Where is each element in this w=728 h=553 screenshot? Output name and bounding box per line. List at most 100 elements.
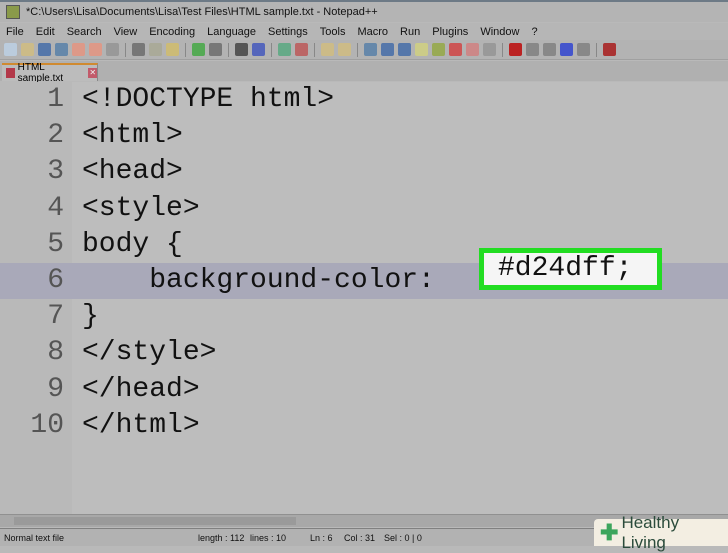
toolbar-separator [125,42,126,57]
code-text: </head> [82,373,200,405]
menu-macro[interactable]: Macro [351,26,394,38]
save-state-icon [6,68,15,78]
watermark-logo: ✚ Healthy Living [594,513,728,552]
toolbar-button-icon[interactable] [398,43,411,56]
toolbar-button-icon[interactable] [89,43,102,56]
line-number: 8 [47,337,64,369]
menu-search[interactable]: Search [61,26,108,38]
notepad-icon [6,5,20,19]
code-line[interactable]: 8 </style> [0,335,728,371]
window-title: *C:\Users\Lisa\Documents\Lisa\Test Files… [26,6,378,18]
toolbar-separator [228,42,229,57]
menu-language[interactable]: Language [201,26,262,38]
toolbar-button-icon[interactable] [295,43,308,56]
selection: Sel : 0 | 0 [384,533,422,543]
toolbar-button-icon[interactable] [321,43,334,56]
line-number: 10 [30,409,64,441]
toolbar-button-icon[interactable] [415,43,428,56]
code-text: </style> [82,337,217,369]
toolbar-separator [271,42,272,57]
menu-window[interactable]: Window [474,26,525,38]
toolbar-button-icon[interactable] [543,43,556,56]
toolbar-button-icon[interactable] [106,43,119,56]
line-number: 1 [47,84,64,115]
toolbar-button-icon[interactable] [278,43,291,56]
line-number: 3 [47,156,64,188]
toolbar-button-icon[interactable] [603,43,616,56]
menu-view[interactable]: View [108,26,144,38]
toolbar-button-icon[interactable] [577,43,590,56]
toolbar-button-icon[interactable] [149,43,162,56]
scrollbar-thumb[interactable] [14,517,296,525]
toolbar-button-icon[interactable] [381,43,394,56]
toolbar-button-icon[interactable] [38,43,51,56]
toolbar-button-icon[interactable] [55,43,68,56]
toolbar-button-icon[interactable] [560,43,573,56]
code-line[interactable]: 7} [0,299,728,335]
menu-edit[interactable]: Edit [30,26,61,38]
code-text: } [82,301,99,333]
toolbar-button-icon[interactable] [209,43,222,56]
toolbar-button-icon[interactable] [449,43,462,56]
toolbar-button-icon[interactable] [483,43,496,56]
code-line[interactable]: 3 <head> [0,154,728,190]
toolbar-button-icon[interactable] [235,43,248,56]
toolbar-button-icon[interactable] [466,43,479,56]
line-number: 6 [47,265,64,296]
menu-tools[interactable]: Tools [314,26,352,38]
code-line[interactable]: 2 <html> [0,118,728,154]
plus-icon: ✚ [600,519,619,545]
menu-encoding[interactable]: Encoding [143,26,201,38]
toolbar-separator [357,42,358,57]
file-type: Normal text file [4,533,65,543]
toolbar-button-icon[interactable] [509,43,522,56]
line-number: 4 [47,192,64,224]
menu-file[interactable]: File [0,26,30,38]
code-line[interactable]: 10 </html> [0,408,728,444]
code-text: <head> [82,156,183,188]
highlighted-color-value: #d24dff; [479,248,662,290]
length: length : 112 [198,533,245,543]
tab-label: HTML sample.txt [17,62,64,84]
code-text: background-color: [82,265,452,296]
tab-bar: HTML sample.txt ✕ [0,61,728,84]
toolbar-button-icon[interactable] [338,43,351,56]
title-bar: *C:\Users\Lisa\Documents\Lisa\Test Files… [0,0,728,22]
toolbar-separator [185,42,186,57]
toolbar-separator [314,42,315,57]
line-number: 5 [47,228,64,260]
line-number: 2 [47,120,64,152]
toolbar-button-icon[interactable] [432,43,445,56]
toolbar-button-icon[interactable] [132,43,145,56]
toolbar-separator [502,42,503,57]
menu-settings[interactable]: Settings [262,26,314,38]
toolbar-button-icon[interactable] [21,43,34,56]
lines-count: lines : 10 [250,533,287,543]
toolbar-separator [596,42,597,57]
color-code: #d24dff; [498,253,633,284]
code-line[interactable]: 9 </head> [0,372,728,408]
toolbar-button-icon[interactable] [166,43,179,56]
toolbar-button-icon[interactable] [4,43,17,56]
menu-help[interactable]: ? [525,26,543,38]
code-text: </html> [82,409,200,441]
close-tab-icon[interactable]: ✕ [88,68,97,78]
toolbar-button-icon[interactable] [192,43,205,56]
tab-html-sample[interactable]: HTML sample.txt ✕ [2,62,98,84]
code-line[interactable]: 1 <!DOCTYPE html> [0,82,728,118]
code-line[interactable]: 4 <style> [0,191,728,227]
toolbar-button-icon[interactable] [364,43,377,56]
code-text: <html> [82,120,183,152]
toolbar-button-icon[interactable] [252,43,265,56]
cursor-line: Ln : 6 [310,533,333,543]
line-number: 9 [47,373,64,405]
toolbar-button-icon[interactable] [72,43,85,56]
code-text: <!DOCTYPE html> [82,84,335,115]
menu-plugins[interactable]: Plugins [426,26,474,38]
toolbar-button-icon[interactable] [526,43,539,56]
line-number: 7 [47,301,64,333]
menu-run[interactable]: Run [394,26,426,38]
code-text: body { [82,228,183,260]
editor[interactable]: 1 <!DOCTYPE html> 2 <html> 3 <head> 4 <style> 5 b… [0,82,728,514]
code-text: <style> [82,192,200,224]
